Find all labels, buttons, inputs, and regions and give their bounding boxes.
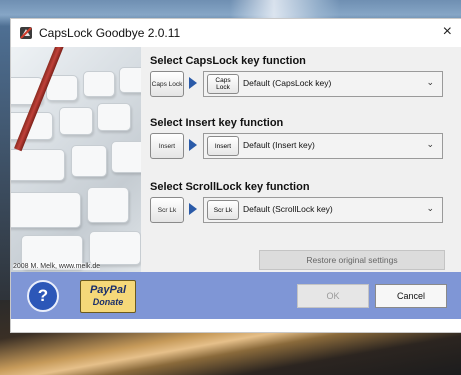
title-bar: CapsLock Goodbye 2.0.11 × xyxy=(11,19,461,47)
keyboard-key-graphic xyxy=(97,103,131,131)
scrolllock-selected-value: Default (ScrollLock key) xyxy=(243,204,333,214)
capslock-function-select[interactable]: Caps Lock Default (CapsLock key) ⌄ xyxy=(203,71,443,97)
restore-settings-button[interactable]: Restore original settings xyxy=(259,250,445,270)
donate-label: Donate xyxy=(92,297,124,307)
keyboard-key-graphic xyxy=(46,75,78,101)
paypal-donate-button[interactable]: PayPal Donate xyxy=(80,280,136,313)
app-window: CapsLock Goodbye 2.0.11 × 2008 M. Melk, … xyxy=(10,18,461,333)
scrolllock-key-button[interactable]: Scr Lk xyxy=(150,197,184,223)
keyboard-key-graphic xyxy=(11,149,65,181)
keyboard-key-graphic xyxy=(71,145,107,177)
chevron-down-icon: ⌄ xyxy=(426,139,434,149)
capslock-section-title: Select CapsLock key function xyxy=(150,55,306,67)
arrow-right-icon xyxy=(189,203,197,215)
insert-section-title: Select Insert key function xyxy=(150,117,284,129)
keyboard-key-graphic xyxy=(59,107,93,135)
keyboard-image: 2008 M. Melk, www.melk.de xyxy=(11,47,141,272)
insert-selected-value: Default (Insert key) xyxy=(243,140,315,150)
chevron-down-icon: ⌄ xyxy=(426,203,434,213)
insert-key-button[interactable]: Insert xyxy=(150,133,184,159)
keyboard-key-graphic xyxy=(119,67,141,93)
keyboard-key-graphic xyxy=(87,187,129,223)
insert-function-select[interactable]: Insert Default (Insert key) ⌄ xyxy=(203,133,443,159)
scrolllock-selected-key: Scr Lk xyxy=(207,200,239,220)
insert-selected-key: Insert xyxy=(207,136,239,156)
main-content: 2008 M. Melk, www.melk.de Select CapsLoc… xyxy=(11,47,461,272)
desktop-cloud xyxy=(230,0,340,18)
ok-button[interactable]: OK xyxy=(297,284,369,308)
paypal-label: PayPal xyxy=(89,284,127,296)
scrolllock-section-title: Select ScrollLock key function xyxy=(150,181,310,193)
image-credit: 2008 M. Melk, www.melk.de xyxy=(13,263,101,270)
capslock-selected-value: Default (CapsLock key) xyxy=(243,78,332,88)
help-icon[interactable]: ? xyxy=(27,280,59,312)
keyboard-key-graphic xyxy=(11,192,81,228)
keyboard-key-graphic xyxy=(89,231,141,265)
keyboard-key-graphic xyxy=(111,141,141,173)
chevron-down-icon: ⌄ xyxy=(426,77,434,87)
window-title: CapsLock Goodbye 2.0.11 xyxy=(39,26,181,40)
close-icon[interactable]: × xyxy=(443,23,452,41)
scrolllock-function-select[interactable]: Scr Lk Default (ScrollLock key) ⌄ xyxy=(203,197,443,223)
bottom-bar: ? PayPal Donate OK Cancel xyxy=(11,272,461,319)
keyboard-key-graphic xyxy=(83,71,115,97)
capslock-goodbye-icon xyxy=(20,27,32,39)
cancel-button[interactable]: Cancel xyxy=(375,284,447,308)
capslock-selected-key: Caps Lock xyxy=(207,74,239,94)
arrow-right-icon xyxy=(189,77,197,89)
arrow-right-icon xyxy=(189,139,197,151)
capslock-key-button[interactable]: Caps Lock xyxy=(150,71,184,97)
